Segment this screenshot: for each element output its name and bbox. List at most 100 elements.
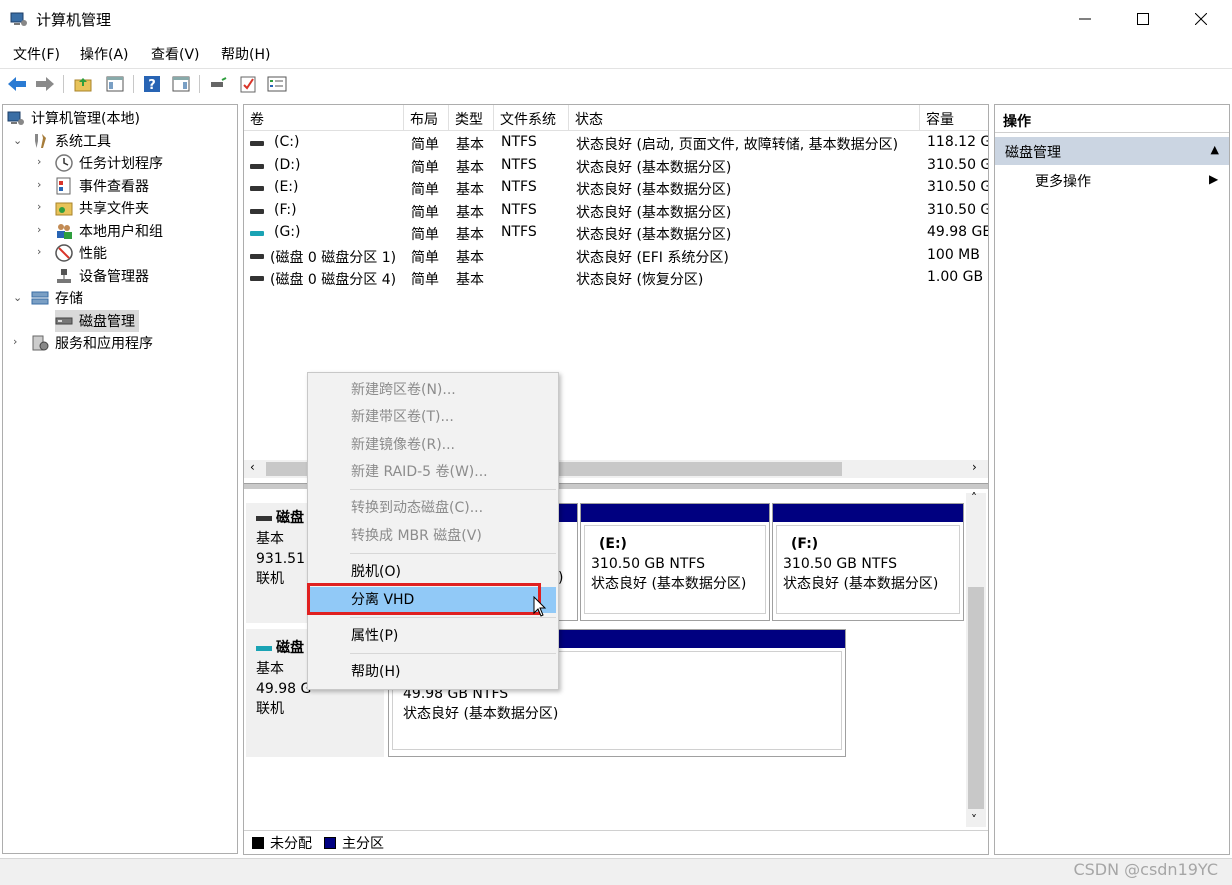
scrollbar-thumb[interactable] xyxy=(968,587,984,809)
up-folder-icon[interactable] xyxy=(72,73,94,95)
tree-label: 共享文件夹 xyxy=(79,201,149,217)
menu-action[interactable]: 操作(A) xyxy=(80,44,129,64)
volume-icon xyxy=(250,164,264,169)
unallocated-swatch xyxy=(252,836,264,849)
computer-management-icon xyxy=(10,10,28,28)
chevron-right-icon[interactable]: › xyxy=(37,245,47,258)
menu-item-convert-dynamic[interactable]: 转换到动态磁盘(C)... xyxy=(310,495,556,521)
table-row[interactable]: (F:) 简单 基本 NTFS 状态良好 (基本数据分区) 310.50 G xyxy=(244,200,988,222)
more-actions[interactable]: 更多操作 xyxy=(1035,171,1091,191)
close-button[interactable] xyxy=(1172,0,1230,38)
storage-icon xyxy=(31,289,49,307)
menu-view[interactable]: 查看(V) xyxy=(151,44,200,64)
show-hide-tree-icon[interactable] xyxy=(104,73,126,95)
menu-item-offline[interactable]: 脱机(O) xyxy=(310,559,556,585)
table-row[interactable]: (D:) 简单 基本 NTFS 状态良好 (基本数据分区) 310.50 G xyxy=(244,155,988,177)
checklist-icon[interactable] xyxy=(237,73,259,95)
back-arrow-icon[interactable] xyxy=(6,73,28,95)
tree-item-local-users[interactable]: 本地用户和组 xyxy=(55,220,163,242)
tree-item-task-scheduler[interactable]: 任务计划程序 xyxy=(55,152,163,174)
tree-item-disk-management[interactable]: 磁盘管理 xyxy=(55,310,139,332)
tree-item-shared-folders[interactable]: 共享文件夹 xyxy=(55,197,149,219)
connect-icon[interactable] xyxy=(207,73,229,95)
event-viewer-icon xyxy=(55,177,73,195)
tree-item-root[interactable]: 计算机管理(本地) xyxy=(7,107,140,129)
scroll-down-icon[interactable]: ˅ xyxy=(971,813,977,827)
table-row[interactable]: (磁盘 0 磁盘分区 4) 简单 基本 状态良好 (恢复分区) 1.00 GB xyxy=(244,267,988,289)
tree-item-system-tools[interactable]: 系统工具 xyxy=(31,130,111,152)
tree-item-services[interactable]: 服务和应用程序 xyxy=(31,332,153,354)
scroll-left-icon[interactable]: ‹ xyxy=(250,460,255,474)
status-bar xyxy=(0,858,1232,885)
minimize-button[interactable] xyxy=(1056,0,1114,38)
tree-label: 服务和应用程序 xyxy=(55,336,153,352)
collapse-up-icon[interactable]: ▲ xyxy=(1211,143,1219,156)
tree-item-performance[interactable]: 性能 xyxy=(55,242,107,264)
tree-label: 磁盘管理 xyxy=(79,314,135,330)
chevron-right-icon[interactable]: › xyxy=(37,200,47,213)
chevron-right-icon[interactable]: › xyxy=(13,335,23,348)
column-header-status[interactable]: 状态 xyxy=(569,105,920,131)
legend: 未分配 主分区 xyxy=(244,830,988,854)
title-bar: 计算机管理 xyxy=(0,0,1232,38)
table-row[interactable]: (磁盘 0 磁盘分区 1) 简单 基本 状态良好 (EFI 系统分区) 100 … xyxy=(244,245,988,267)
tree-label: 事件查看器 xyxy=(79,179,149,195)
table-row[interactable]: (C:) 简单 基本 NTFS 状态良好 (启动, 页面文件, 故障转储, 基本… xyxy=(244,132,988,154)
show-action-pane-icon[interactable] xyxy=(170,73,192,95)
chevron-right-icon[interactable]: › xyxy=(37,178,47,191)
tree-label: 系统工具 xyxy=(55,134,111,150)
menu-item-new-striped[interactable]: 新建带区卷(T)... xyxy=(310,404,556,430)
properties-icon[interactable] xyxy=(266,73,288,95)
disk-icon xyxy=(256,515,272,521)
actions-section-disk-management[interactable]: 磁盘管理 ▲ xyxy=(995,137,1229,165)
column-header-layout[interactable]: 布局 xyxy=(404,105,449,131)
menu-item-new-mirrored[interactable]: 新建镜像卷(R)... xyxy=(310,432,556,458)
menu-item-properties[interactable]: 属性(P) xyxy=(310,623,556,649)
tree-label: 存储 xyxy=(55,291,83,307)
scroll-up-icon[interactable]: ˄ xyxy=(971,491,977,505)
forward-arrow-icon[interactable] xyxy=(34,73,56,95)
partition-f[interactable]: (F:) 310.50 GB NTFS 状态良好 (基本数据分区) xyxy=(772,503,964,621)
chevron-down-icon[interactable]: ⌄ xyxy=(13,134,23,147)
actions-pane: 操作 磁盘管理 ▲ 更多操作 ▶ xyxy=(994,104,1230,855)
menu-file[interactable]: 文件(F) xyxy=(13,44,60,64)
tools-icon xyxy=(31,132,49,150)
tree-label: 本地用户和组 xyxy=(79,224,163,240)
vhd-disk-icon xyxy=(256,645,272,651)
actions-header: 操作 xyxy=(995,105,1229,133)
menu-item-new-raid5[interactable]: 新建 RAID-5 卷(W)... xyxy=(310,459,556,485)
menu-help[interactable]: 帮助(H) xyxy=(221,44,270,64)
chevron-right-icon[interactable]: › xyxy=(37,223,47,236)
tree-label: 性能 xyxy=(79,246,107,262)
menu-item-help[interactable]: 帮助(H) xyxy=(310,659,556,685)
chevron-down-icon[interactable]: ⌄ xyxy=(13,291,23,304)
tree-label: 设备管理器 xyxy=(79,269,149,285)
maximize-button[interactable] xyxy=(1114,0,1172,38)
menu-item-convert-mbr[interactable]: 转换成 MBR 磁盘(V) xyxy=(310,523,556,549)
tree-label: 计算机管理(本地) xyxy=(31,111,140,127)
table-row[interactable]: (E:) 简单 基本 NTFS 状态良好 (基本数据分区) 310.50 G xyxy=(244,177,988,199)
table-row[interactable]: (G:) 简单 基本 NTFS 状态良好 (基本数据分区) 49.98 GE xyxy=(244,222,988,244)
menu-item-new-spanned[interactable]: 新建跨区卷(N)... xyxy=(310,377,556,403)
scroll-right-icon[interactable]: › xyxy=(972,460,977,474)
tree-item-event-viewer[interactable]: 事件查看器 xyxy=(55,175,149,197)
volume-icon xyxy=(250,186,264,191)
chevron-right-icon[interactable]: › xyxy=(37,155,47,168)
shared-folder-icon xyxy=(55,199,73,217)
primary-partition-swatch xyxy=(324,836,336,849)
partition-e[interactable]: (E:) 310.50 GB NTFS 状态良好 (基本数据分区) xyxy=(580,503,770,621)
tree-item-storage[interactable]: 存储 xyxy=(31,287,83,309)
column-header-capacity[interactable]: 容量 xyxy=(920,105,988,131)
vertical-scrollbar[interactable]: ˄ ˅ xyxy=(966,491,986,827)
tree-label: 任务计划程序 xyxy=(79,156,163,172)
clock-icon xyxy=(55,154,73,172)
help-icon[interactable]: ? xyxy=(141,73,163,95)
column-header-filesystem[interactable]: 文件系统 xyxy=(494,105,569,131)
volume-icon xyxy=(250,254,264,259)
volume-icon xyxy=(250,141,264,146)
users-icon xyxy=(55,222,73,240)
column-header-type[interactable]: 类型 xyxy=(449,105,494,131)
tree-item-device-manager[interactable]: 设备管理器 xyxy=(55,265,149,287)
device-manager-icon xyxy=(55,267,73,285)
column-header-volume[interactable]: 卷 xyxy=(244,105,404,131)
